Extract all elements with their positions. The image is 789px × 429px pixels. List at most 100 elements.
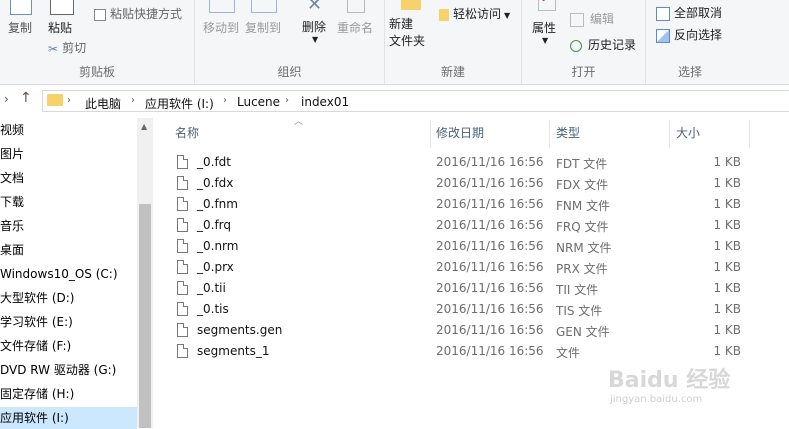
delete-button[interactable]: ✕ 删除 ▼ bbox=[302, 0, 326, 44]
open-group: ✔ 属性 ▼ 编辑 历史记录 打开 bbox=[522, 0, 646, 84]
file-icon bbox=[177, 155, 188, 169]
nav-item-drive-c[interactable]: Windows10_OS (C:) bbox=[0, 263, 137, 285]
chevron-down-icon: ▼ bbox=[312, 35, 319, 44]
file-row[interactable]: _0.fnm 2016/11/16 16:56 FNM 文件 1 KB bbox=[173, 194, 753, 215]
file-icon bbox=[177, 197, 188, 211]
edit-icon bbox=[570, 12, 584, 27]
file-row[interactable]: segments_1 2016/11/16 16:56 文件 1 KB bbox=[173, 341, 753, 362]
organize-group: 移动到 复制到 ✕ 删除 ▼ 重命名 组织 bbox=[195, 0, 385, 84]
breadcrumb-separator-icon[interactable]: › bbox=[285, 95, 289, 106]
invert-selection-icon bbox=[656, 28, 670, 43]
organize-group-label: 组织 bbox=[277, 65, 302, 79]
nav-item-videos[interactable]: 视频 bbox=[0, 119, 137, 141]
up-arrow-icon[interactable]: ↑ bbox=[20, 90, 32, 106]
rename-button[interactable]: 重命名 bbox=[337, 0, 373, 36]
address-bar: › ↑ › 此电脑 › 应用软件 (I:) › Lucene › index01 bbox=[0, 88, 789, 114]
file-icon bbox=[177, 344, 188, 358]
file-icon bbox=[177, 323, 188, 337]
paste-shortcut-icon bbox=[94, 8, 106, 21]
paste-shortcut-button[interactable]: 粘贴快捷方式 bbox=[94, 5, 182, 22]
copy-to-button[interactable]: 复制到 bbox=[245, 0, 281, 36]
copy-icon bbox=[10, 0, 32, 15]
properties-check-icon: ✔ bbox=[538, 0, 556, 11]
nav-item-pictures[interactable]: 图片 bbox=[0, 143, 137, 165]
column-header-type[interactable]: 类型 bbox=[556, 124, 580, 141]
paste-icon bbox=[50, 0, 74, 15]
file-row[interactable]: _0.nrm 2016/11/16 16:56 NRM 文件 1 KB bbox=[173, 236, 753, 257]
breadcrumb-separator-icon[interactable]: › bbox=[223, 95, 227, 106]
open-group-label: 打开 bbox=[571, 65, 596, 79]
nav-item-downloads[interactable]: 下载 bbox=[0, 191, 137, 213]
nav-item-drive-d[interactable]: 大型软件 (D:) bbox=[0, 287, 137, 309]
file-icon bbox=[177, 218, 188, 232]
copy-to-icon bbox=[251, 0, 277, 13]
ribbon: 复制 粘贴 粘贴快捷方式 ✂ 剪切 剪贴板 移动到 复制到 ✕ 删除 ▼ 重命名… bbox=[0, 0, 789, 85]
file-icon bbox=[177, 281, 188, 295]
file-icon bbox=[177, 239, 188, 253]
nav-item-documents[interactable]: 文档 bbox=[0, 167, 137, 189]
new-folder-icon bbox=[401, 0, 421, 10]
paste-button[interactable]: 粘贴 bbox=[48, 0, 74, 36]
nav-item-drive-g[interactable]: DVD RW 驱动器 (G:) bbox=[0, 359, 137, 381]
nav-item-desktop[interactable]: 桌面 bbox=[0, 239, 137, 261]
sort-ascending-icon: ︿ bbox=[294, 117, 304, 127]
file-row[interactable]: segments.gen 2016/11/16 16:56 GEN 文件 1 KB bbox=[173, 320, 753, 341]
clipboard-group-label: 剪贴板 bbox=[78, 65, 115, 79]
chevron-down-icon: ▼ bbox=[504, 11, 511, 20]
properties-button[interactable]: ✔ 属性 ▼ bbox=[532, 0, 556, 45]
select-group: 全部取消 反向选择 选择 bbox=[646, 0, 734, 84]
file-row[interactable]: _0.fdx 2016/11/16 16:56 FDX 文件 1 KB bbox=[173, 173, 753, 194]
nav-scrollbar-thumb[interactable] bbox=[139, 204, 151, 428]
column-header-date[interactable]: 修改日期 bbox=[436, 124, 484, 141]
file-icon bbox=[177, 260, 188, 274]
new-folder-button[interactable]: 新建 文件夹 bbox=[389, 0, 425, 50]
clipboard-group: 复制 粘贴 粘贴快捷方式 ✂ 剪切 剪贴板 bbox=[0, 0, 195, 84]
easy-access-button[interactable]: 轻松访问 ▼ bbox=[439, 5, 510, 22]
column-divider[interactable] bbox=[749, 120, 750, 148]
scissors-icon: ✂ bbox=[48, 41, 59, 56]
select-none-icon bbox=[656, 6, 670, 21]
history-clock-icon bbox=[570, 39, 582, 52]
file-row[interactable]: _0.fdt 2016/11/16 16:56 FDT 文件 1 KB bbox=[173, 152, 753, 173]
file-row[interactable]: _0.prx 2016/11/16 16:56 PRX 文件 1 KB bbox=[173, 257, 753, 278]
file-row[interactable]: _0.tis 2016/11/16 16:56 TIS 文件 1 KB bbox=[173, 299, 753, 320]
nav-item-music[interactable]: 音乐 bbox=[0, 215, 137, 237]
nav-item-drive-f[interactable]: 文件存储 (F:) bbox=[0, 335, 137, 357]
nav-item-drive-i[interactable]: 应用软件 (I:) bbox=[0, 407, 137, 429]
address-box[interactable]: › 此电脑 › 应用软件 (I:) › Lucene › index01 bbox=[42, 90, 789, 112]
column-divider[interactable] bbox=[430, 120, 431, 148]
breadcrumb-separator-icon[interactable]: › bbox=[67, 95, 71, 106]
new-group-label: 新建 bbox=[440, 65, 465, 79]
select-group-label: 选择 bbox=[677, 65, 702, 79]
baidu-watermark: Baidu 经验 bbox=[608, 368, 731, 393]
move-to-icon bbox=[209, 0, 235, 13]
column-divider[interactable] bbox=[549, 120, 550, 148]
recent-locations-chevron-icon[interactable]: › bbox=[4, 92, 9, 106]
file-icon bbox=[177, 302, 188, 316]
breadcrumb-separator-icon[interactable]: › bbox=[131, 95, 135, 106]
easy-access-icon bbox=[439, 8, 449, 21]
invert-selection-button[interactable]: 反向选择 bbox=[656, 26, 722, 43]
column-header-name[interactable]: 名称 bbox=[175, 124, 199, 141]
move-to-button[interactable]: 移动到 bbox=[203, 0, 239, 36]
file-row[interactable]: _0.tii 2016/11/16 16:56 TII 文件 1 KB bbox=[173, 278, 753, 299]
breadcrumb-this-pc[interactable]: 此电脑 bbox=[85, 95, 121, 112]
breadcrumb-index01[interactable]: index01 bbox=[301, 95, 349, 109]
baidu-watermark-url: jingyan.baidu.com bbox=[610, 394, 703, 405]
breadcrumb-drive-i[interactable]: 应用软件 (I:) bbox=[145, 95, 214, 112]
delete-x-icon: ✕ bbox=[307, 0, 323, 15]
column-header-size[interactable]: 大小 bbox=[676, 124, 700, 141]
select-none-button[interactable]: 全部取消 bbox=[656, 4, 722, 21]
scroll-up-arrow-icon[interactable]: ▲ bbox=[141, 122, 147, 131]
edit-button[interactable]: 编辑 bbox=[570, 10, 614, 27]
history-button[interactable]: 历史记录 bbox=[570, 36, 636, 53]
rename-icon bbox=[347, 0, 365, 13]
nav-item-drive-h[interactable]: 固定存储 (H:) bbox=[0, 383, 137, 405]
new-group: 新建 文件夹 轻松访问 ▼ 新建 bbox=[385, 0, 522, 84]
nav-item-drive-e[interactable]: 学习软件 (E:) bbox=[0, 311, 137, 333]
breadcrumb-lucene[interactable]: Lucene bbox=[237, 95, 280, 109]
cut-button[interactable]: ✂ 剪切 bbox=[48, 39, 86, 56]
copy-button[interactable]: 复制 bbox=[8, 0, 32, 36]
column-divider[interactable] bbox=[669, 120, 670, 148]
file-row[interactable]: _0.frq 2016/11/16 16:56 FRQ 文件 1 KB bbox=[173, 215, 753, 236]
